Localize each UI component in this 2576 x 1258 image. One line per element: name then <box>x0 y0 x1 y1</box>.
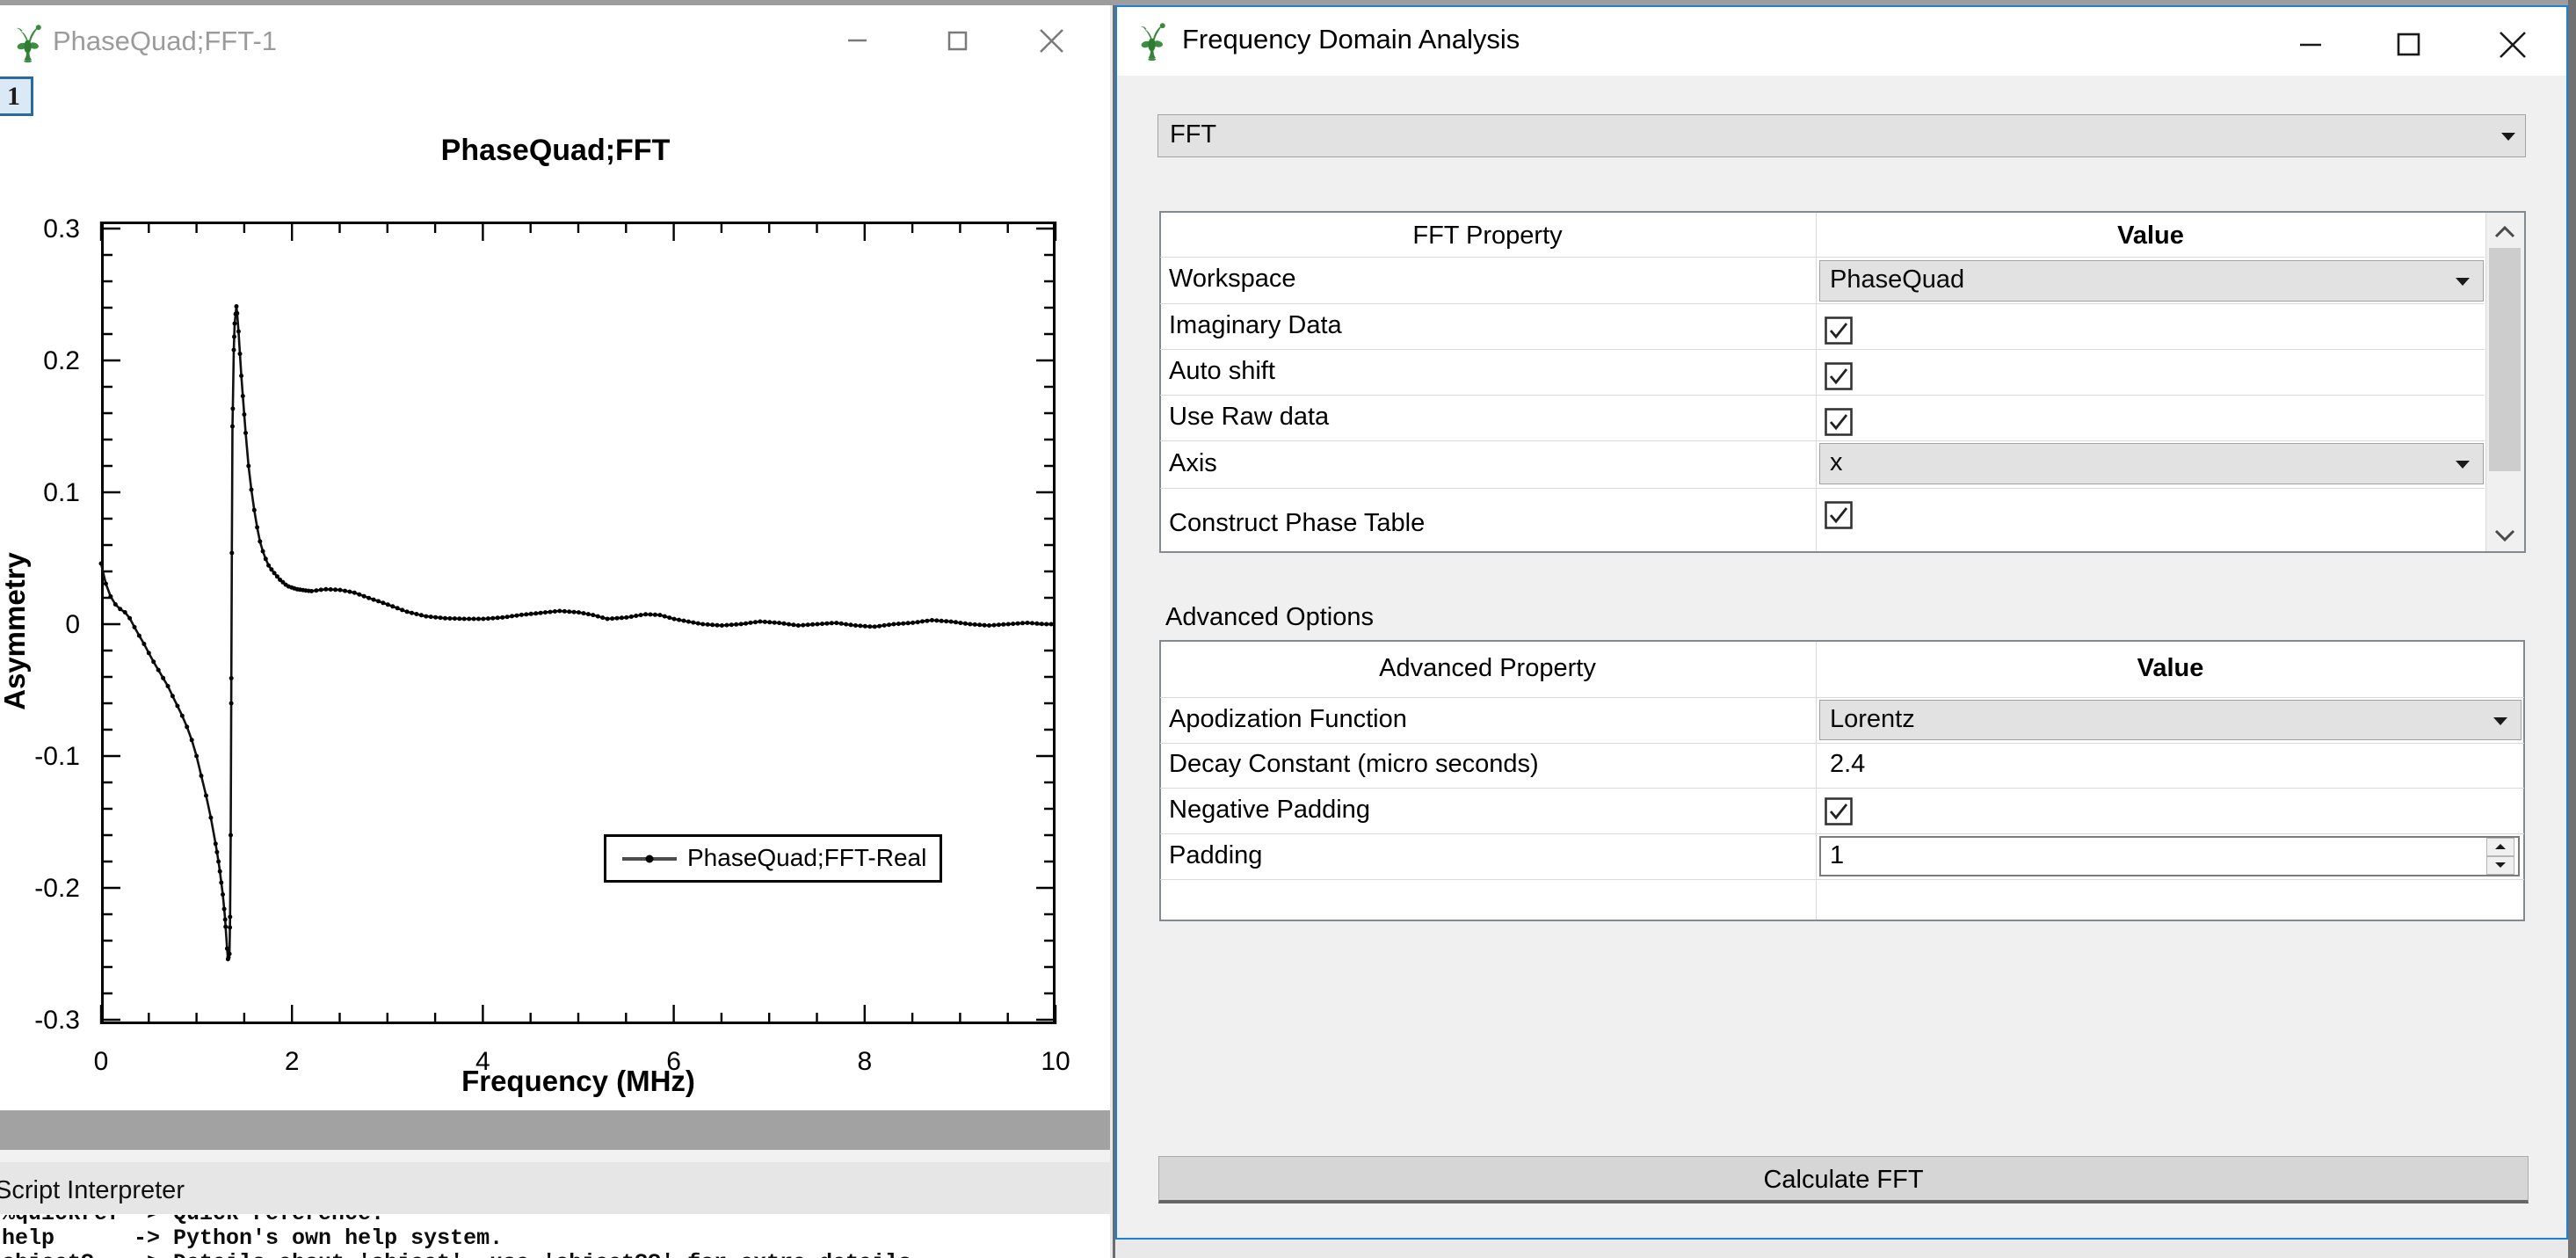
svg-text:0: 0 <box>65 610 80 639</box>
svg-text:0.3: 0.3 <box>43 215 80 244</box>
svg-text:-0.1: -0.1 <box>34 742 80 771</box>
svg-text:8: 8 <box>857 1047 872 1076</box>
svg-text:PhaseQuad;FFT-Real: PhaseQuad;FFT-Real <box>687 844 926 871</box>
svg-text:0.1: 0.1 <box>43 478 80 507</box>
svg-text:0: 0 <box>94 1047 109 1076</box>
svg-text:10: 10 <box>1041 1047 1070 1076</box>
svg-text:PhaseQuad;FFT: PhaseQuad;FFT <box>441 134 671 167</box>
svg-text:Frequency (MHz): Frequency (MHz) <box>461 1065 695 1097</box>
svg-text:0.2: 0.2 <box>43 346 80 375</box>
svg-text:-0.3: -0.3 <box>34 1006 80 1035</box>
svg-text:-0.2: -0.2 <box>34 874 80 903</box>
svg-text:2: 2 <box>285 1047 300 1076</box>
svg-text:Asymmetry: Asymmetry <box>0 551 31 709</box>
